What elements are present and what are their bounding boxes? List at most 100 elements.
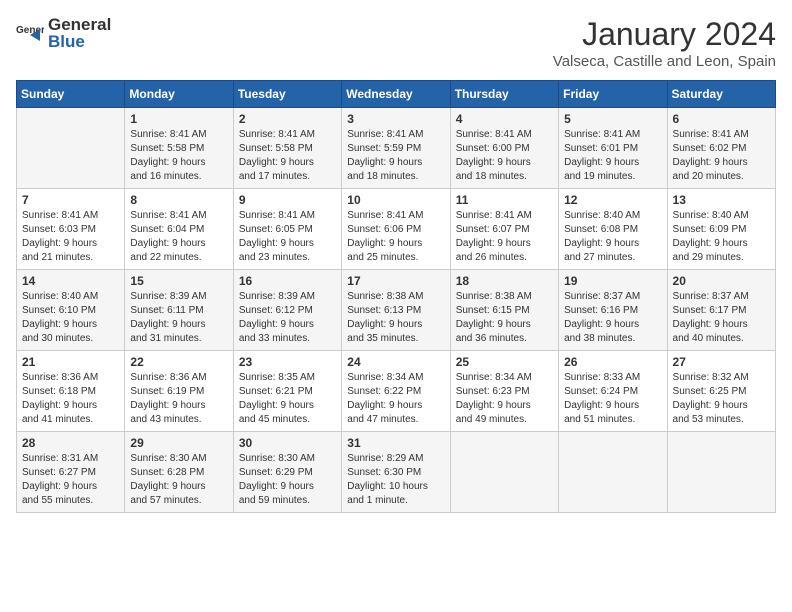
day-number: 12 [564, 193, 661, 207]
day-number: 20 [673, 274, 770, 288]
calendar-cell: 30Sunrise: 8:30 AM Sunset: 6:29 PM Dayli… [233, 432, 341, 513]
day-number: 28 [22, 436, 119, 450]
cell-content: Sunrise: 8:41 AM Sunset: 5:58 PM Dayligh… [239, 128, 336, 184]
day-number: 10 [347, 193, 444, 207]
cell-content: Sunrise: 8:41 AM Sunset: 6:04 PM Dayligh… [130, 209, 227, 265]
cell-content: Sunrise: 8:30 AM Sunset: 6:29 PM Dayligh… [239, 452, 336, 508]
cell-content: Sunrise: 8:38 AM Sunset: 6:15 PM Dayligh… [456, 290, 553, 346]
calendar-cell [450, 432, 558, 513]
day-number: 19 [564, 274, 661, 288]
calendar-cell: 5 Sunrise: 8:41 AM Sunset: 6:01 PM Daylig… [559, 108, 667, 189]
day-number: 13 [673, 193, 770, 207]
cell-content: Sunrise: 8:36 AM Sunset: 6:19 PM Dayligh… [130, 371, 227, 427]
day-number: 9 [239, 193, 336, 207]
day-number: 7 [22, 193, 119, 207]
calendar-cell [667, 432, 775, 513]
calendar-cell: 21 Sunrise: 8:36 AM Sunset: 6:18 PM Dayli… [17, 351, 125, 432]
cell-content: Sunrise: 8:41 AM Sunset: 6:02 PM Dayligh… [673, 128, 770, 184]
day-number: 3 [347, 112, 444, 126]
day-number: 16 [239, 274, 336, 288]
calendar-cell: 14 Sunrise: 8:40 AM Sunset: 6:10 PM Dayli… [17, 270, 125, 351]
calendar-cell [17, 108, 125, 189]
day-number: 25 [456, 355, 553, 369]
cell-content: Sunrise: 8:41 AM Sunset: 6:07 PM Dayligh… [456, 209, 553, 265]
day-number: 8 [130, 193, 227, 207]
calendar-cell: 17 Sunrise: 8:38 AM Sunset: 6:13 PM Dayli… [342, 270, 450, 351]
day-number: 26 [564, 355, 661, 369]
week-row-2: 7 Sunrise: 8:41 AM Sunset: 6:03 PM Daylig… [17, 189, 776, 270]
week-row-5: 28 Sunrise: 8:31 AM Sunset: 6:27 PM Dayli… [17, 432, 776, 513]
calendar-cell: 25 Sunrise: 8:34 AM Sunset: 6:23 PM Dayli… [450, 351, 558, 432]
cell-content: Sunrise: 8:36 AM Sunset: 6:18 PM Dayligh… [22, 371, 119, 427]
cell-content: Sunrise: 8:38 AM Sunset: 6:13 PM Dayligh… [347, 290, 444, 346]
calendar-cell: 29 Sunrise: 8:30 AM Sunset: 6:28 PM Dayli… [125, 432, 233, 513]
day-number: 14 [22, 274, 119, 288]
day-number: 1 [130, 112, 227, 126]
day-number: 2 [239, 112, 336, 126]
calendar-cell: 23 Sunrise: 8:35 AM Sunset: 6:21 PM Dayli… [233, 351, 341, 432]
title-area: January 2024 Valseca, Castille and Leon,… [553, 16, 776, 70]
logo-general-text: General Blue [48, 16, 111, 50]
header-cell-sunday: Sunday [17, 81, 125, 108]
logo: General General Blue [16, 16, 111, 50]
calendar-cell: 16 Sunrise: 8:39 AM Sunset: 6:12 PM Dayli… [233, 270, 341, 351]
day-number: 21 [22, 355, 119, 369]
day-number: 31 [347, 436, 444, 450]
calendar-cell [559, 432, 667, 513]
week-row-4: 21 Sunrise: 8:36 AM Sunset: 6:18 PM Dayli… [17, 351, 776, 432]
calendar-cell: 6Sunrise: 8:41 AM Sunset: 6:02 PM Daylig… [667, 108, 775, 189]
calendar-cell: 22 Sunrise: 8:36 AM Sunset: 6:19 PM Dayli… [125, 351, 233, 432]
cell-content: Sunrise: 8:40 AM Sunset: 6:08 PM Dayligh… [564, 209, 661, 265]
month-title: January 2024 [553, 16, 776, 53]
calendar-cell: 20 Sunrise: 8:37 AM Sunset: 6:17 PM Dayli… [667, 270, 775, 351]
header-row: SundayMondayTuesdayWednesdayThursdayFrid… [17, 81, 776, 108]
day-number: 15 [130, 274, 227, 288]
cell-content: Sunrise: 8:37 AM Sunset: 6:17 PM Dayligh… [673, 290, 770, 346]
cell-content: Sunrise: 8:40 AM Sunset: 6:09 PM Dayligh… [673, 209, 770, 265]
day-number: 5 [564, 112, 661, 126]
day-number: 27 [673, 355, 770, 369]
calendar-cell: 13 Sunrise: 8:40 AM Sunset: 6:09 PM Dayli… [667, 189, 775, 270]
cell-content: Sunrise: 8:39 AM Sunset: 6:12 PM Dayligh… [239, 290, 336, 346]
cell-content: Sunrise: 8:34 AM Sunset: 6:23 PM Dayligh… [456, 371, 553, 427]
header-cell-friday: Friday [559, 81, 667, 108]
logo-icon: General [16, 19, 44, 47]
week-row-3: 14 Sunrise: 8:40 AM Sunset: 6:10 PM Dayli… [17, 270, 776, 351]
calendar-cell: 27 Sunrise: 8:32 AM Sunset: 6:25 PM Dayli… [667, 351, 775, 432]
day-number: 22 [130, 355, 227, 369]
day-number: 4 [456, 112, 553, 126]
calendar-cell: 12 Sunrise: 8:40 AM Sunset: 6:08 PM Dayli… [559, 189, 667, 270]
cell-content: Sunrise: 8:29 AM Sunset: 6:30 PM Dayligh… [347, 452, 444, 508]
location-subtitle: Valseca, Castille and Leon, Spain [553, 53, 776, 70]
header-cell-wednesday: Wednesday [342, 81, 450, 108]
calendar-cell: 3Sunrise: 8:41 AM Sunset: 5:59 PM Daylig… [342, 108, 450, 189]
cell-content: Sunrise: 8:34 AM Sunset: 6:22 PM Dayligh… [347, 371, 444, 427]
cell-content: Sunrise: 8:41 AM Sunset: 6:01 PM Dayligh… [564, 128, 661, 184]
week-row-1: 1 Sunrise: 8:41 AM Sunset: 5:58 PM Daylig… [17, 108, 776, 189]
day-number: 24 [347, 355, 444, 369]
cell-content: Sunrise: 8:32 AM Sunset: 6:25 PM Dayligh… [673, 371, 770, 427]
calendar-cell: 15Sunrise: 8:39 AM Sunset: 6:11 PM Dayli… [125, 270, 233, 351]
cell-content: Sunrise: 8:41 AM Sunset: 6:06 PM Dayligh… [347, 209, 444, 265]
cell-content: Sunrise: 8:40 AM Sunset: 6:10 PM Dayligh… [22, 290, 119, 346]
cell-content: Sunrise: 8:35 AM Sunset: 6:21 PM Dayligh… [239, 371, 336, 427]
header-cell-monday: Monday [125, 81, 233, 108]
calendar-cell: 19 Sunrise: 8:37 AM Sunset: 6:16 PM Dayli… [559, 270, 667, 351]
cell-content: Sunrise: 8:41 AM Sunset: 6:03 PM Dayligh… [22, 209, 119, 265]
cell-content: Sunrise: 8:37 AM Sunset: 6:16 PM Dayligh… [564, 290, 661, 346]
cell-content: Sunrise: 8:41 AM Sunset: 6:00 PM Dayligh… [456, 128, 553, 184]
calendar-cell: 2 Sunrise: 8:41 AM Sunset: 5:58 PM Daylig… [233, 108, 341, 189]
day-number: 17 [347, 274, 444, 288]
header-cell-saturday: Saturday [667, 81, 775, 108]
cell-content: Sunrise: 8:31 AM Sunset: 6:27 PM Dayligh… [22, 452, 119, 508]
cell-content: Sunrise: 8:41 AM Sunset: 6:05 PM Dayligh… [239, 209, 336, 265]
cell-content: Sunrise: 8:30 AM Sunset: 6:28 PM Dayligh… [130, 452, 227, 508]
day-number: 11 [456, 193, 553, 207]
calendar-cell: 10 Sunrise: 8:41 AM Sunset: 6:06 PM Dayli… [342, 189, 450, 270]
calendar-cell: 9 Sunrise: 8:41 AM Sunset: 6:05 PM Daylig… [233, 189, 341, 270]
calendar-cell: 4 Sunrise: 8:41 AM Sunset: 6:00 PM Daylig… [450, 108, 558, 189]
day-number: 29 [130, 436, 227, 450]
day-number: 23 [239, 355, 336, 369]
day-number: 18 [456, 274, 553, 288]
calendar-cell: 18 Sunrise: 8:38 AM Sunset: 6:15 PM Dayli… [450, 270, 558, 351]
